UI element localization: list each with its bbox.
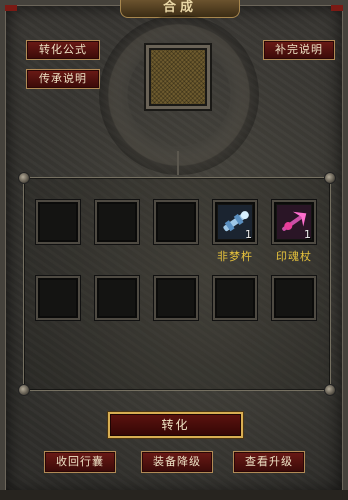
return-bag-button[interactable]: 收回行囊 [44,451,116,473]
frame-accent-left [5,5,17,11]
formula-button[interactable]: 转化公式 [26,40,100,60]
frame-bottom [0,490,348,500]
corner-rivet-icon [324,172,336,184]
corner-rivet-icon [18,384,30,396]
item-count: 1 [304,228,311,241]
convert-button[interactable]: 转化 [108,412,243,438]
synthesis-window: 合成 转化公式 传承说明 补完说明 1 1 非梦杵 印魂杖 转化 收回行囊 装备… [0,0,348,500]
ring-connector [177,151,179,175]
result-slot[interactable] [146,45,210,109]
material-slot[interactable] [95,200,139,244]
material-slot[interactable] [36,276,80,320]
material-slot[interactable] [95,276,139,320]
supplement-button[interactable]: 补完说明 [263,40,335,60]
frame-accent-right [331,5,343,11]
material-slot[interactable]: 1 [272,200,316,244]
material-slot[interactable]: 1 [213,200,257,244]
material-slot[interactable] [154,200,198,244]
item-name-label: 印魂杖 [276,250,312,263]
material-slot[interactable] [154,276,198,320]
material-grid: 1 1 非梦杵 印魂杖 [18,172,336,396]
material-slot[interactable] [36,200,80,244]
inherit-button[interactable]: 传承说明 [26,69,100,89]
item-name-label: 非梦杵 [217,250,253,263]
corner-rivet-icon [324,384,336,396]
item-count: 1 [245,228,252,241]
view-upgrade-button[interactable]: 查看升级 [233,451,305,473]
downgrade-button[interactable]: 装备降级 [141,451,213,473]
material-slot[interactable] [272,276,316,320]
corner-rivet-icon [18,172,30,184]
material-slot[interactable] [213,276,257,320]
